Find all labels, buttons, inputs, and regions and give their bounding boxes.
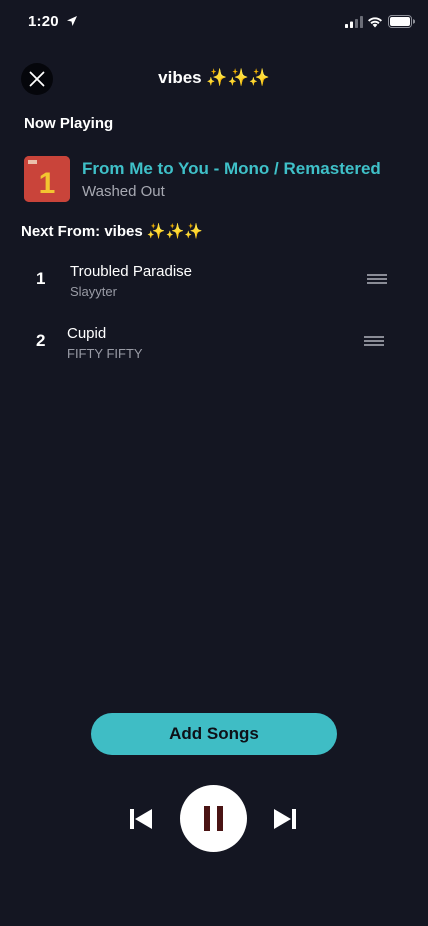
queue-item-artist: FIFTY FIFTY bbox=[67, 346, 143, 361]
next-from-label: Next From: vibes ✨✨✨ bbox=[21, 223, 203, 240]
drag-handle-icon[interactable] bbox=[367, 274, 387, 284]
add-songs-button[interactable]: Add Songs bbox=[91, 713, 337, 755]
album-art-graphic: 1 bbox=[24, 156, 70, 202]
queue-screen: 1:20 vibes ✨✨✨ Now Playing 1 From Me to … bbox=[0, 0, 428, 926]
queue-item[interactable]: 2 Cupid FIFTY FIFTY bbox=[0, 320, 428, 370]
queue-item-index: 2 bbox=[36, 331, 46, 350]
queue-item-title: Troubled Paradise bbox=[70, 263, 193, 280]
pause-button[interactable] bbox=[180, 785, 247, 852]
queue-item-artist: Slayyter bbox=[70, 284, 117, 299]
queue-item-index: 1 bbox=[36, 269, 46, 288]
now-playing-artist: Washed Out bbox=[82, 183, 165, 200]
status-time: 1:20 bbox=[28, 13, 59, 30]
album-art: 1 bbox=[24, 156, 70, 202]
location-arrow-icon bbox=[67, 16, 77, 26]
skip-next-icon[interactable] bbox=[272, 806, 298, 832]
now-playing-track[interactable]: 1 From Me to You - Mono / Remastered Was… bbox=[24, 156, 404, 202]
now-playing-label: Now Playing bbox=[24, 115, 114, 132]
battery-icon bbox=[388, 15, 415, 28]
playlist-title: vibes ✨✨✨ bbox=[158, 68, 270, 87]
pause-icon bbox=[201, 806, 227, 831]
wifi-icon bbox=[368, 17, 382, 28]
queue-item[interactable]: 1 Troubled Paradise Slayyter bbox=[0, 258, 428, 308]
status-bar: 1:20 bbox=[0, 0, 428, 46]
skip-previous-icon[interactable] bbox=[128, 806, 154, 832]
album-art-number: 1 bbox=[39, 167, 56, 200]
cellular-signal-icon bbox=[345, 16, 363, 28]
queue-item-title: Cupid bbox=[67, 325, 107, 342]
now-playing-title: From Me to You - Mono / Remastered bbox=[82, 159, 381, 178]
drag-handle-icon[interactable] bbox=[364, 336, 384, 346]
